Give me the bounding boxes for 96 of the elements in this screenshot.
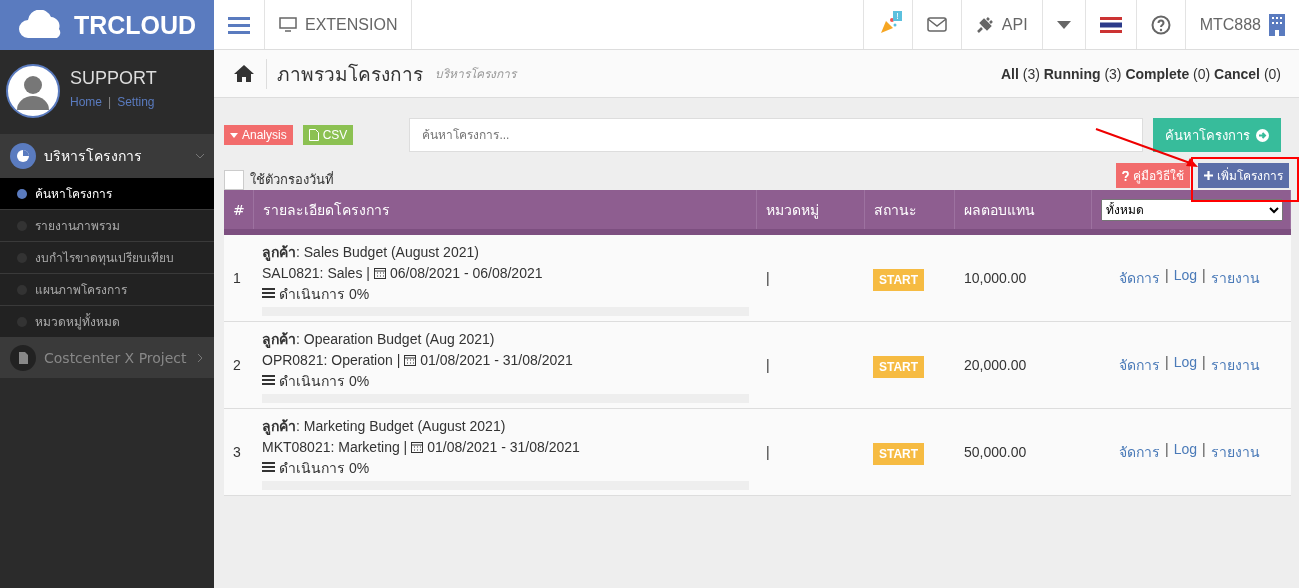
column-header: สถานะ: [874, 200, 917, 220]
progress-label: ดำเนินการ 0%: [279, 284, 370, 304]
status-badge: START: [873, 268, 925, 291]
sidebar-group[interactable]: บริหารโครงการ: [0, 134, 214, 178]
category-cell-text: |: [765, 444, 771, 460]
action-link[interactable]: จัดการ: [1119, 267, 1160, 289]
amount-cell-text: 10,000.00: [963, 270, 1028, 286]
separator: |: [1202, 267, 1206, 285]
avatar: [6, 64, 60, 118]
notification-badge: !: [893, 11, 902, 21]
manual-button[interactable]: คู่มือวิธีใช้: [1116, 163, 1190, 188]
action-link[interactable]: รายงาน: [1210, 441, 1260, 463]
extension-menu[interactable]: EXTENSION: [265, 0, 413, 49]
document-icon: [10, 345, 36, 371]
user-link[interactable]: Home: [70, 95, 102, 109]
home-icon[interactable]: [234, 65, 254, 82]
logo: TRCLOUD: [0, 0, 214, 50]
calendar-icon: [404, 353, 417, 366]
date-range: 01/08/2021 - 31/08/2021: [427, 438, 580, 455]
action-link[interactable]: Log: [1173, 441, 1197, 463]
action-link[interactable]: Log: [1173, 267, 1197, 289]
calendar-icon: [373, 266, 386, 279]
row-number: 2: [232, 357, 242, 373]
project-code: SAL0821: Sales |: [262, 264, 370, 281]
search-field[interactable]: ค้นหาโครงการ...: [409, 118, 1143, 152]
amount-cell-text: 50,000.00: [963, 444, 1028, 460]
checkbox[interactable]: [224, 170, 244, 190]
chevron-right-icon: [196, 354, 204, 362]
row-number: 3: [232, 444, 242, 460]
page-title: ภาพรวมโครงการ: [266, 58, 423, 89]
column-header: ผลตอบแทน: [964, 200, 1035, 220]
arrow-circle-icon: [1256, 128, 1269, 142]
sidebar-item[interactable]: ค้นหาโครงการ: [0, 178, 214, 210]
status-badge: START: [873, 355, 925, 378]
search-button[interactable]: ค้นหาโครงการ: [1153, 118, 1281, 152]
category-cell-text: |: [765, 357, 771, 373]
category-cell-text: |: [765, 270, 771, 286]
sidebar-item[interactable]: แผนภาพโครงการ: [0, 274, 214, 306]
action-link[interactable]: จัดการ: [1119, 354, 1160, 376]
caret-icon: [230, 132, 238, 138]
column-header: รายละเอียดโครงการ: [263, 200, 390, 220]
api-menu[interactable]: API: [961, 0, 1043, 49]
filter-select[interactable]: ทั้งหมด: [1101, 198, 1283, 221]
analysis-button[interactable]: Analysis: [224, 125, 293, 145]
file-icon: [308, 129, 319, 141]
status-counts: All (3) Running (3) Complete (0) Cancel (0): [1000, 65, 1281, 82]
customer-name: ลูกค้า: Sales Budget (August 2021): [262, 242, 480, 263]
page-subtitle: บริหารโครงการ: [435, 66, 516, 83]
tasks-icon: [262, 288, 275, 299]
date-range: 01/08/2021 - 31/08/2021: [420, 351, 573, 368]
progress-label: ดำเนินการ 0%: [279, 371, 370, 391]
add-project-button[interactable]: เพิ่มโครงการ: [1198, 163, 1289, 188]
column-header: #: [233, 201, 245, 218]
separator: |: [1165, 354, 1169, 372]
sidebar-item[interactable]: รายงานภาพรวม: [0, 210, 214, 242]
plug-icon: [975, 15, 994, 34]
company-menu[interactable]: MTC888: [1185, 0, 1299, 49]
monitor-icon: [279, 17, 297, 32]
user-link[interactable]: Setting: [117, 95, 155, 109]
plus-icon: [1204, 171, 1213, 180]
separator: |: [1165, 267, 1169, 285]
sidebar-item[interactable]: หมวดหมู่ทั้งหมด: [0, 306, 214, 338]
separator: |: [1202, 354, 1206, 372]
help-icon[interactable]: [1150, 14, 1171, 35]
column-header: หมวดหมู่: [766, 200, 819, 221]
sidebar-item[interactable]: งบกำไรขาดทุนเปรียบเทียบ: [0, 242, 214, 274]
status-badge: START: [873, 442, 925, 465]
separator: |: [108, 95, 112, 109]
separator: |: [1202, 441, 1206, 459]
caret-icon[interactable]: [1056, 20, 1071, 29]
action-link[interactable]: Log: [1173, 354, 1197, 376]
project-code: OPR0821: Operation |: [262, 351, 401, 368]
amount-cell-text: 20,000.00: [963, 357, 1028, 373]
customer-name: ลูกค้า: Marketing Budget (August 2021): [262, 416, 507, 437]
menu-icon[interactable]: [228, 15, 250, 34]
tasks-icon: [262, 462, 275, 473]
building-icon: [1269, 13, 1285, 36]
tasks-icon: [262, 375, 275, 386]
row-number: 1: [232, 270, 242, 286]
progress-label: ดำเนินการ 0%: [279, 458, 370, 478]
separator: |: [1165, 441, 1169, 459]
pie-chart-icon: [10, 143, 36, 169]
sidebar-group[interactable]: Costcenter X Project: [0, 338, 214, 378]
question-icon: [1122, 170, 1129, 181]
checkbox-label: ใช้ตัวกรองวันที่: [250, 170, 335, 189]
customer-name: ลูกค้า: Opearation Budget (Aug 2021): [262, 329, 496, 350]
project-code: MKT08021: Marketing |: [262, 438, 408, 455]
action-link[interactable]: จัดการ: [1119, 441, 1160, 463]
user-name: SUPPORT: [70, 68, 157, 89]
action-link[interactable]: รายงาน: [1210, 267, 1260, 289]
action-link[interactable]: รายงาน: [1210, 354, 1260, 376]
calendar-icon: [411, 440, 424, 453]
date-range: 06/08/2021 - 06/08/2021: [389, 264, 543, 281]
mail-icon[interactable]: [926, 17, 947, 32]
chevron-down-icon: [196, 152, 204, 160]
flag-icon[interactable]: [1099, 16, 1122, 33]
